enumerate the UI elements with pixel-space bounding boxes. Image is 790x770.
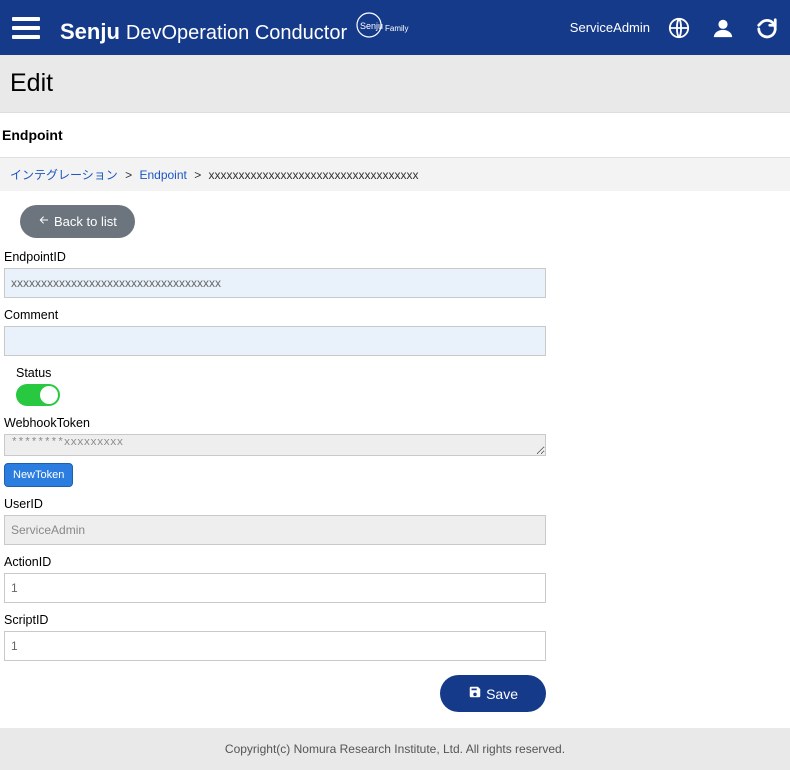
save-button[interactable]: Save [440, 675, 546, 712]
status-toggle[interactable] [16, 384, 60, 406]
brand-family-logo: Senju Family [355, 11, 415, 39]
header-user-label: ServiceAdmin [570, 20, 650, 35]
comment-label: Comment [4, 308, 786, 322]
globe-icon[interactable] [668, 17, 690, 39]
scriptid-input[interactable] [4, 631, 546, 661]
breadcrumb: インテグレーション > Endpoint > xxxxxxxxxxxxxxxxx… [0, 158, 790, 191]
back-label: Back to list [54, 214, 117, 229]
breadcrumb-sep: > [125, 168, 132, 182]
comment-input[interactable] [4, 326, 546, 356]
userid-input[interactable] [4, 515, 546, 545]
userid-label: UserID [4, 497, 786, 511]
actionid-input[interactable] [4, 573, 546, 603]
endpointid-input[interactable] [4, 268, 546, 298]
brand-sub: DevOperation Conductor [126, 22, 347, 45]
webhooktoken-label: WebhookToken [4, 416, 786, 430]
new-token-button[interactable]: NewToken [4, 463, 73, 487]
menu-icon[interactable] [12, 17, 40, 39]
actionid-label: ActionID [4, 555, 786, 569]
scriptid-label: ScriptID [4, 613, 786, 627]
svg-text:Senju: Senju [360, 21, 383, 31]
top-bar: Senju DevOperation Conductor Senju Famil… [0, 0, 790, 55]
endpointid-label: EndpointID [4, 250, 786, 264]
refresh-icon[interactable] [756, 17, 778, 39]
copyright: Copyright(c) Nomura Research Institute, … [225, 742, 565, 756]
breadcrumb-current: xxxxxxxxxxxxxxxxxxxxxxxxxxxxxxxxxxx [209, 168, 419, 182]
panel-heading: Endpoint [0, 113, 790, 158]
brand: Senju DevOperation Conductor Senju Famil… [60, 11, 570, 45]
breadcrumb-sep: > [194, 168, 201, 182]
svg-text:Family: Family [385, 24, 409, 33]
save-label: Save [486, 686, 518, 702]
arrow-left-icon [38, 214, 50, 229]
footer: Copyright(c) Nomura Research Institute, … [0, 728, 790, 770]
webhooktoken-input[interactable] [4, 434, 546, 456]
breadcrumb-endpoint[interactable]: Endpoint [139, 168, 186, 182]
status-label: Status [16, 366, 786, 380]
save-icon [468, 685, 482, 702]
page-title-bar: Edit [0, 55, 790, 113]
breadcrumb-integration[interactable]: インテグレーション [10, 168, 118, 182]
user-icon[interactable] [712, 17, 734, 39]
brand-main: Senju [60, 19, 120, 45]
back-to-list-button[interactable]: Back to list [20, 205, 135, 238]
content: Back to list EndpointID Comment Status W… [0, 191, 790, 728]
page-title: Edit [10, 69, 780, 98]
